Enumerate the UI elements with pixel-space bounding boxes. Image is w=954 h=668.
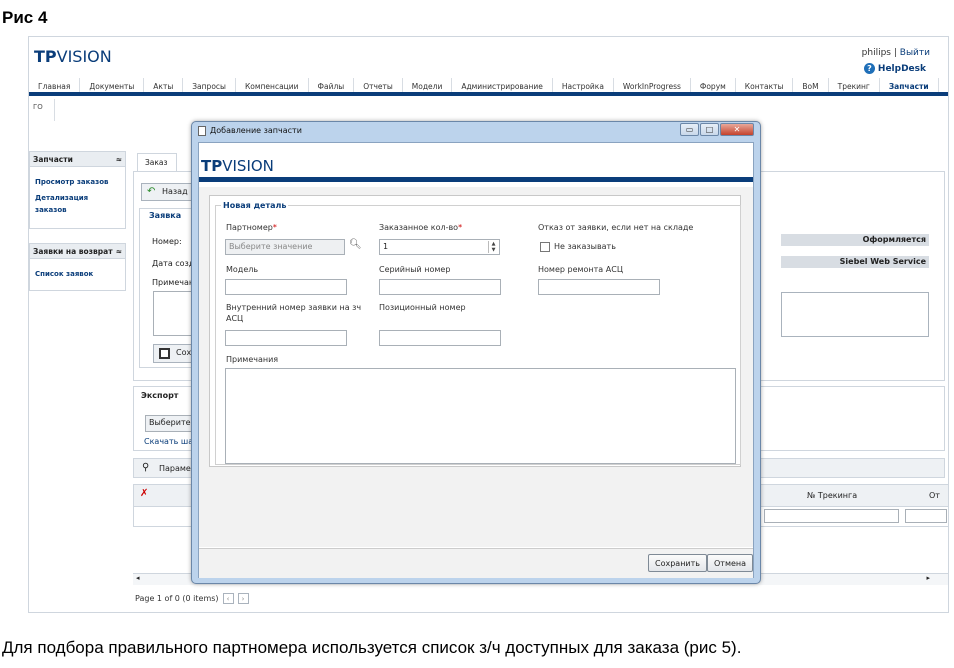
repair-number-label: Номер ремонта АСЦ (538, 265, 624, 274)
divider (54, 99, 55, 121)
download-template-link[interactable]: Скачать ша (144, 437, 193, 446)
figure-caption: Рис 4 (2, 8, 48, 27)
repair-number-field[interactable] (538, 279, 660, 295)
minimize-icon[interactable]: ▭ (680, 123, 699, 136)
logout-link[interactable]: Выйти (900, 48, 930, 58)
pager: Page 1 of 0 (0 items) ‹ › (135, 593, 249, 604)
serial-label: Серийный номер (379, 265, 451, 274)
fieldset-legend: Новая деталь (221, 201, 289, 210)
qty-label: Заказанное кол-во* (379, 223, 463, 232)
search-icon: ⚲ (142, 462, 150, 473)
document-icon (198, 126, 206, 136)
dialog-brand-line (199, 177, 753, 182)
add-part-dialog: Добавление запчасти ▭ □ ✕ TPVISION Новая… (191, 121, 761, 584)
body-text: Для подбора правильного партномера испол… (2, 638, 742, 657)
tpvision-logo: TPVISION (34, 47, 112, 66)
save-button[interactable]: Сохранить (648, 554, 707, 572)
collapse-icon[interactable]: ≈ (116, 155, 122, 164)
nav-item[interactable]: Запчасти (880, 78, 939, 92)
back-arrow-icon: ↶ (147, 186, 156, 197)
user-bar: philips | Выйти (861, 48, 930, 58)
model-label: Модель (226, 265, 259, 274)
refuse-label: Отказ от заявки, если нет на складе (538, 223, 694, 232)
internal-number-field[interactable] (225, 330, 347, 346)
collapse-icon[interactable]: ≈ (116, 247, 122, 256)
username: philips (861, 48, 891, 58)
order-title: Заявка (149, 211, 182, 220)
nav-item[interactable]: Файлы (309, 78, 355, 92)
nav-item[interactable]: Администрирование (452, 78, 553, 92)
source-badge: Siebel Web Service (781, 256, 929, 268)
nav-item[interactable]: Документы (80, 78, 145, 92)
close-icon[interactable]: ✕ (720, 123, 754, 136)
scroll-left-icon[interactable]: ◂ (136, 574, 140, 582)
window-controls: ▭ □ ✕ (680, 123, 754, 136)
next-page-icon[interactable]: › (237, 593, 249, 604)
sidebar-section-parts[interactable]: Запчасти ≈ (29, 151, 126, 167)
number-label: Номер: (152, 237, 182, 246)
dialog-logo: TPVISION (201, 157, 274, 175)
sidebar-parts-links: Просмотр заказов Детализация заказов (29, 167, 126, 229)
serial-field[interactable] (379, 279, 501, 295)
main-nav: Главная Документы Акты Запросы Компенсации Фа… (29, 78, 948, 96)
position-label: Позиционный номер (379, 303, 466, 312)
nav-item[interactable]: BoM (793, 78, 829, 92)
nav-item[interactable]: Акты (144, 78, 184, 92)
help-icon: ? (863, 63, 875, 74)
nav-item[interactable]: Главная (29, 78, 81, 92)
tab-order[interactable]: Заказ (137, 153, 177, 171)
model-field[interactable] (225, 279, 347, 295)
subnav-item[interactable]: ГО (29, 103, 43, 111)
clear-filter-icon[interactable]: ✗ (140, 488, 148, 499)
maximize-icon[interactable]: □ (700, 123, 719, 136)
nav-item[interactable]: Настройка (553, 78, 614, 92)
nav-item[interactable]: WorkInProgress (614, 78, 691, 92)
export-title: Экспорт (141, 391, 179, 400)
spin-icon[interactable]: ▲ ▼ (488, 241, 498, 253)
cancel-button[interactable]: Отмена (707, 554, 754, 572)
sidebar-section-returns[interactable]: Заявки на возврат ≈ (29, 243, 126, 259)
partnumber-label: Партномер* (226, 223, 277, 232)
comment-area[interactable] (781, 292, 929, 337)
pager-text: Page 1 of 0 (0 items) (135, 594, 219, 603)
floppy-icon (159, 348, 170, 359)
nav-item[interactable]: Трекинг (829, 78, 880, 92)
dialog-title: Добавление запчасти (210, 126, 302, 135)
nav-item[interactable]: Модели (403, 78, 453, 92)
date-label: Дата созд (152, 259, 195, 268)
tracking-filter-input[interactable] (764, 509, 899, 523)
search-icon[interactable]: 🔍︎ (349, 239, 362, 250)
notes-textarea[interactable] (225, 368, 736, 464)
dialog-body: TPVISION Новая деталь Партномер* Выберит… (198, 142, 754, 578)
nav-item[interactable]: Контакты (736, 78, 794, 92)
sidebar-item-view-orders[interactable]: Просмотр заказов (30, 174, 125, 190)
no-order-label: Не заказывать (554, 242, 616, 251)
nav-item[interactable]: Форум (691, 78, 736, 92)
notes-label: Примечания (226, 355, 279, 364)
next-filter-input[interactable] (905, 509, 947, 523)
partnumber-input[interactable]: Выберите значение (225, 239, 345, 255)
nav-item[interactable]: Отчеты (354, 78, 403, 92)
scroll-right-icon[interactable]: ▸ (926, 574, 930, 582)
no-order-checkbox[interactable] (540, 242, 550, 252)
nav-item[interactable]: Компенсации (236, 78, 309, 92)
helpdesk-link[interactable]: ? HelpDesk (863, 63, 926, 74)
qty-stepper[interactable]: 1 ▲ ▼ (379, 239, 500, 255)
sidebar-returns-links: Список заявок (29, 259, 126, 291)
column-next[interactable]: От (929, 491, 940, 500)
position-field[interactable] (379, 330, 501, 346)
sidebar-item-order-details[interactable]: Детализация заказов (30, 190, 100, 218)
prev-page-icon[interactable]: ‹ (222, 593, 234, 604)
column-tracking[interactable]: № Трекинга (807, 491, 857, 500)
internal-number-label: Внутренний номер заявки на зч АСЦ (226, 303, 362, 323)
status-badge: Оформляется (781, 234, 929, 246)
dialog-footer: Сохранить Отмена (199, 548, 754, 578)
sidebar-item-return-list[interactable]: Список заявок (30, 266, 125, 282)
nav-item[interactable]: Запросы (183, 78, 236, 92)
notes-label: Примечан (152, 278, 195, 287)
back-button[interactable]: ↶ Назад (141, 183, 195, 201)
